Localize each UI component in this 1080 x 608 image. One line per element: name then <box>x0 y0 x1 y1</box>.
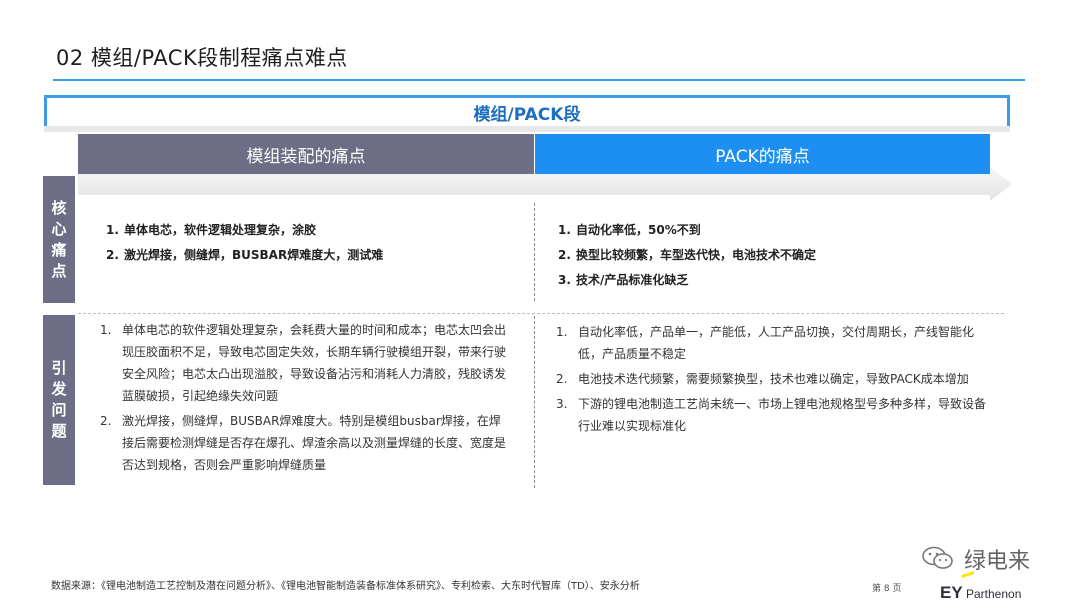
list-text: 激光焊接，侧缝焊，BUSBAR焊难度大。特别是模组busbar焊接，在焊接后需要… <box>122 414 507 472</box>
side-char: 引 <box>51 359 67 377</box>
logo-sub: Parthenon <box>966 587 1021 601</box>
side-char: 点 <box>51 261 67 280</box>
page-title: 02 模组/PACK段制程痛点难点 <box>56 46 348 70</box>
side-char: 痛 <box>51 240 67 259</box>
list-text: 单体电芯，软件逻辑处理复杂，涂胶 <box>124 223 317 237</box>
list-number: 2. <box>106 248 119 262</box>
list-item: 3. 下游的锂电池制造工艺尚未统一、市场上锂电池规格型号多种多样，导致设备行业难以… <box>556 393 986 437</box>
side-char: 问 <box>51 401 67 419</box>
list-text: 激光焊接，侧缝焊，BUSBAR焊难度大，测试难 <box>124 248 384 262</box>
section-banner-shadow <box>44 126 1010 132</box>
list-item: 1. 自动化率低，产品单一，产能低，人工产品切换，交付周期长，产线智能化低，产品质… <box>556 321 986 365</box>
list-item: 3. 技术/产品标准化缺乏 <box>558 271 998 288</box>
side-char: 核 <box>51 198 67 217</box>
list-number: 3. <box>556 397 568 411</box>
list-number: 1. <box>106 223 119 237</box>
side-char: 题 <box>51 422 67 440</box>
column-divider <box>534 203 535 301</box>
section-banner-label: 模组/PACK段 <box>473 105 581 125</box>
wechat-icon <box>922 546 953 569</box>
list-item: 2. 激光焊接，侧缝焊，BUSBAR焊难度大。特别是模组busbar焊接，在焊接后… <box>100 410 510 476</box>
list-text: 下游的锂电池制造工艺尚未统一、市场上锂电池规格型号多种多样，导致设备行业难以实现… <box>578 397 987 433</box>
list-text: 自动化率低，50%不到 <box>576 223 701 237</box>
caused-issues-side-label: 引 发 问 题 <box>43 315 75 485</box>
page-number: 第 8 页 <box>872 584 902 594</box>
side-char: 心 <box>51 219 67 238</box>
logo-main: EY <box>940 583 963 601</box>
list-item: 2. 换型比较频繁，车型迭代快，电池技术不确定 <box>558 246 998 263</box>
ey-parthenon-logo: EY Parthenon <box>940 571 1021 601</box>
pack-issue-list: 1. 自动化率低，产品单一，产能低，人工产品切换，交付周期长，产线智能化低，产品质… <box>556 321 986 440</box>
side-char: 发 <box>51 380 67 398</box>
gradient-arrow <box>78 167 1012 201</box>
list-item: 2. 激光焊接，侧缝焊，BUSBAR焊难度大，测试难 <box>106 246 526 263</box>
list-number: 1. <box>100 323 112 337</box>
module-core-pain-list: 1. 单体电芯，软件逻辑处理复杂，涂胶 2. 激光焊接，侧缝焊，BUSBAR焊难度大… <box>106 221 526 271</box>
list-number: 3. <box>558 273 571 287</box>
list-text: 电池技术迭代频繁，需要频繁换型，技术也难以确定，导致PACK成本增加 <box>578 372 969 386</box>
list-text: 自动化率低，产品单一，产能低，人工产品切换，交付周期长，产线智能化低，产品质量不… <box>578 325 975 361</box>
list-number: 2. <box>100 414 112 428</box>
module-pain-header-label: 模组装配的痛点 <box>246 146 366 167</box>
list-number: 2. <box>558 248 571 262</box>
pack-core-pain-list: 1. 自动化率低，50%不到 2. 换型比较频繁，车型迭代快，电池技术不确定 3. 技… <box>558 221 998 296</box>
list-number: 1. <box>558 223 571 237</box>
list-item: 2. 电池技术迭代频繁，需要频繁换型，技术也难以确定，导致PACK成本增加 <box>556 368 986 390</box>
list-text: 换型比较频繁，车型迭代快，电池技术不确定 <box>576 248 817 262</box>
title-divider <box>53 79 1025 81</box>
data-source-note: 数据来源：《锂电池制造工艺控制及潜在问题分析》、《锂电池智能制造装备标准体系研究… <box>51 581 640 592</box>
list-number: 1. <box>556 325 568 339</box>
list-item: 1. 单体电芯的软件逻辑处理复杂，会耗费大量的时间和成本；电芯太凹会出现压胶面积不… <box>100 319 510 407</box>
pack-pain-header-label: PACK的痛点 <box>715 146 810 167</box>
column-divider <box>534 316 535 488</box>
list-text: 单体电芯的软件逻辑处理复杂，会耗费大量的时间和成本；电芯太凹会出现压胶面积不足，… <box>122 323 507 403</box>
list-item: 1. 单体电芯，软件逻辑处理复杂，涂胶 <box>106 221 526 238</box>
list-item: 1. 自动化率低，50%不到 <box>558 221 998 238</box>
row-divider <box>78 313 1004 314</box>
list-text: 技术/产品标准化缺乏 <box>576 273 689 287</box>
section-banner: 模组/PACK段 <box>44 95 1010 127</box>
core-pain-side-label: 核 心 痛 点 <box>43 176 75 303</box>
list-number: 2. <box>556 372 568 386</box>
module-issue-list: 1. 单体电芯的软件逻辑处理复杂，会耗费大量的时间和成本；电芯太凹会出现压胶面积不… <box>100 319 510 479</box>
